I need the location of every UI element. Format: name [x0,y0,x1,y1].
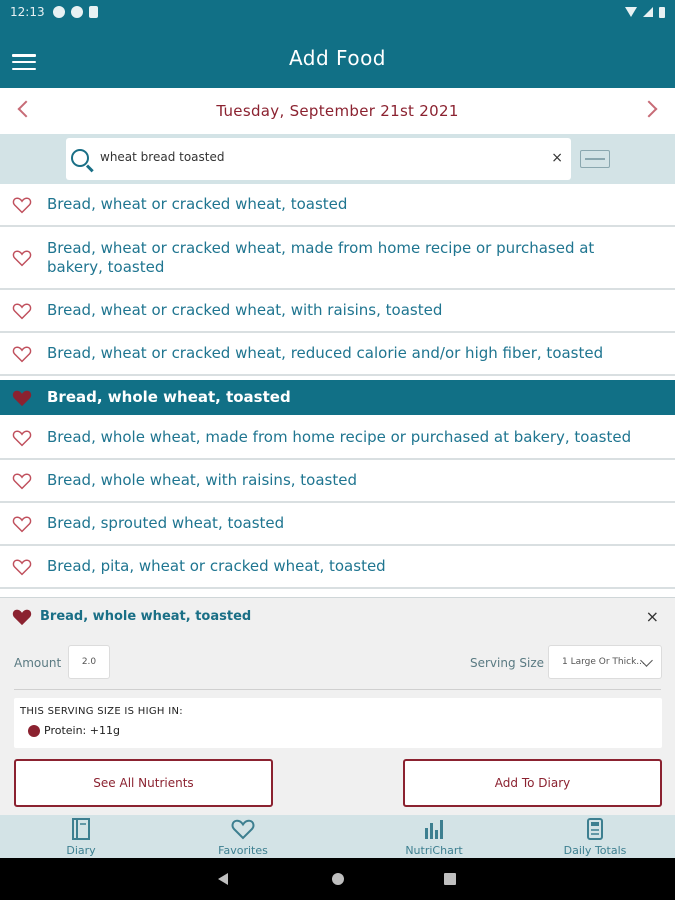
sd-card-icon [88,6,98,18]
favorite-heart-icon[interactable] [12,345,32,363]
search-query[interactable]: wheat bread toasted [100,150,225,164]
wifi-icon [625,7,637,17]
barcode-scan-icon[interactable] [580,150,610,168]
recent-apps-icon[interactable] [444,873,456,885]
home-icon[interactable] [332,873,344,885]
favorite-heart-icon[interactable] [12,608,32,626]
serving-size-value: 1 Large Or Thick... [562,657,645,667]
calculator-icon [587,818,603,840]
status-time: 12:13 [10,5,45,19]
list-item[interactable]: Bread, pita, wheat or cracked wheat, toa… [0,546,675,589]
list-item[interactable]: Bread, wheat or cracked wheat, toasted [0,184,675,227]
list-item[interactable]: Bread, whole wheat, with raisins, toaste… [0,460,675,503]
list-item-label: Bread, whole wheat, with raisins, toaste… [47,471,357,489]
page-title: Add Food [288,46,387,70]
nav-daily-totals[interactable]: Daily Totals [540,818,650,857]
nav-diary[interactable]: Diary [26,818,136,857]
search-input[interactable]: wheat bread toasted × [66,138,571,180]
diary-book-icon [72,818,90,840]
divider [14,689,661,690]
nav-diary-label: Diary [66,844,96,857]
list-item-label: Bread, wheat or cracked wheat, made from… [47,238,595,276]
list-item-label: Bread, wheat or cracked wheat, with rais… [47,301,443,319]
list-item[interactable]: Bread, wheat or cracked wheat, made from… [0,227,675,290]
nav-favorites[interactable]: Favorites [188,818,298,857]
favorite-heart-icon[interactable] [12,249,32,267]
app-bar: Add Food [0,24,675,88]
list-item-label: Bread, sprouted wheat, toasted [47,514,285,532]
list-item[interactable]: Bread, whole wheat, toasted [0,380,675,417]
list-item-label: Bread, whole wheat, toasted [47,388,291,406]
amount-label: Amount [14,656,62,670]
nav-favorites-label: Favorites [218,844,268,857]
see-all-nutrients-button[interactable]: See All Nutrients [14,759,273,807]
list-item[interactable]: Bread, wheat or cracked wheat, with rais… [0,290,675,333]
close-icon[interactable]: × [646,607,659,626]
high-in-item: Protein: +11g [44,724,120,737]
favorite-heart-icon[interactable] [12,472,32,490]
favorite-heart-icon[interactable] [12,429,32,447]
bar-chart-icon [425,820,443,839]
current-date[interactable]: Tuesday, September 21st 2021 [0,102,675,120]
list-item-label: Bread, wheat or cracked wheat, toasted [47,195,348,213]
favorite-heart-icon[interactable] [12,558,32,576]
bottom-navigation: Diary Favorites NutriChart Daily Totals [0,815,675,858]
battery-icon [659,6,665,18]
signal-icon [643,7,653,17]
back-icon[interactable] [218,873,228,885]
list-item-label: Bread, wheat or cracked wheat, reduced c… [47,344,604,362]
list-item-label: Bread, whole wheat, made from home recip… [47,428,632,446]
favorite-heart-icon[interactable] [12,302,32,320]
nav-nutrichart[interactable]: NutriChart [379,818,489,857]
list-item[interactable]: Bread, whole wheat, made from home recip… [0,417,675,460]
date-navigator: Tuesday, September 21st 2021 [0,88,675,134]
favorite-heart-icon[interactable] [12,389,32,407]
list-item[interactable]: Bread, wheat or cracked wheat, reduced c… [0,333,675,376]
search-bar: wheat bread toasted × [0,134,675,184]
favorite-heart-icon[interactable] [12,196,32,214]
nav-nutrichart-label: NutriChart [405,844,463,857]
clear-search-icon[interactable]: × [551,150,563,166]
high-in-title: THIS SERVING SIZE IS HIGH IN: [20,706,183,717]
high-in-box: THIS SERVING SIZE IS HIGH IN: Protein: +… [14,698,662,748]
food-results-list: Bread, wheat or cracked wheat, toasted Br… [0,184,675,589]
amount-input[interactable]: 2.0 [68,645,110,679]
serving-size-label: Serving Size [470,656,545,670]
status-bar: 12:13 [0,0,675,24]
notification-icon [52,6,65,18]
nav-daily-totals-label: Daily Totals [563,844,627,857]
notification-icon [70,6,83,18]
list-item-label: Bread, pita, wheat or cracked wheat, toa… [47,557,386,575]
system-navigation-bar [0,858,675,900]
food-detail-panel: Bread, whole wheat, toasted × Amount 2.0… [0,597,675,815]
favorites-heart-icon [231,819,255,840]
nutrient-dot-icon [28,725,40,737]
serving-size-select[interactable]: 1 Large Or Thick... [548,645,662,679]
add-to-diary-button[interactable]: Add To Diary [403,759,662,807]
favorite-heart-icon[interactable] [12,515,32,533]
search-icon [71,149,89,167]
list-item[interactable]: Bread, sprouted wheat, toasted [0,503,675,546]
selected-food-title: Bread, whole wheat, toasted [40,609,252,624]
